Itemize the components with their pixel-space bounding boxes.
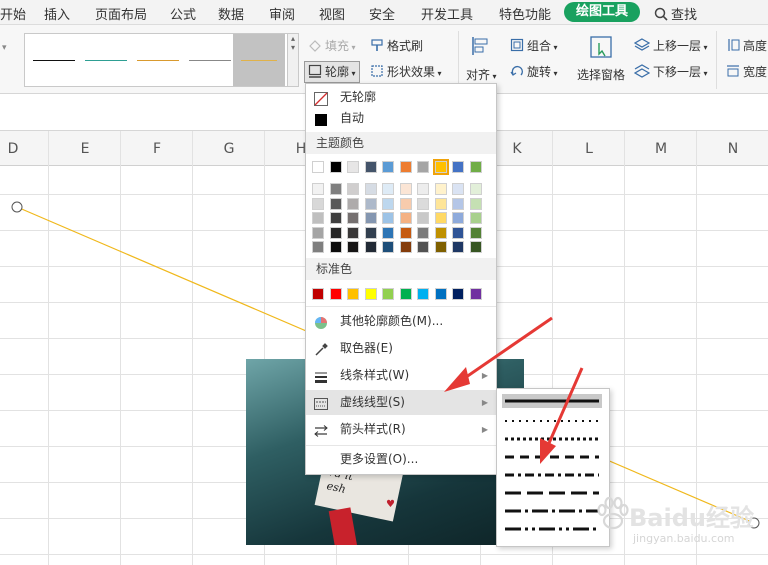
watermark-url: jingyan.baidu.com	[633, 532, 735, 545]
red-arrow-1-head	[444, 367, 470, 392]
watermark-brand: Baidu经验	[629, 504, 754, 532]
annotation-arrows	[444, 316, 584, 464]
baidu-paw-icon	[597, 496, 629, 530]
red-arrow-2	[544, 367, 584, 451]
baidu-watermark: Baidu经验 jingyan.baidu.com	[593, 492, 763, 552]
red-arrow-1	[455, 316, 553, 386]
